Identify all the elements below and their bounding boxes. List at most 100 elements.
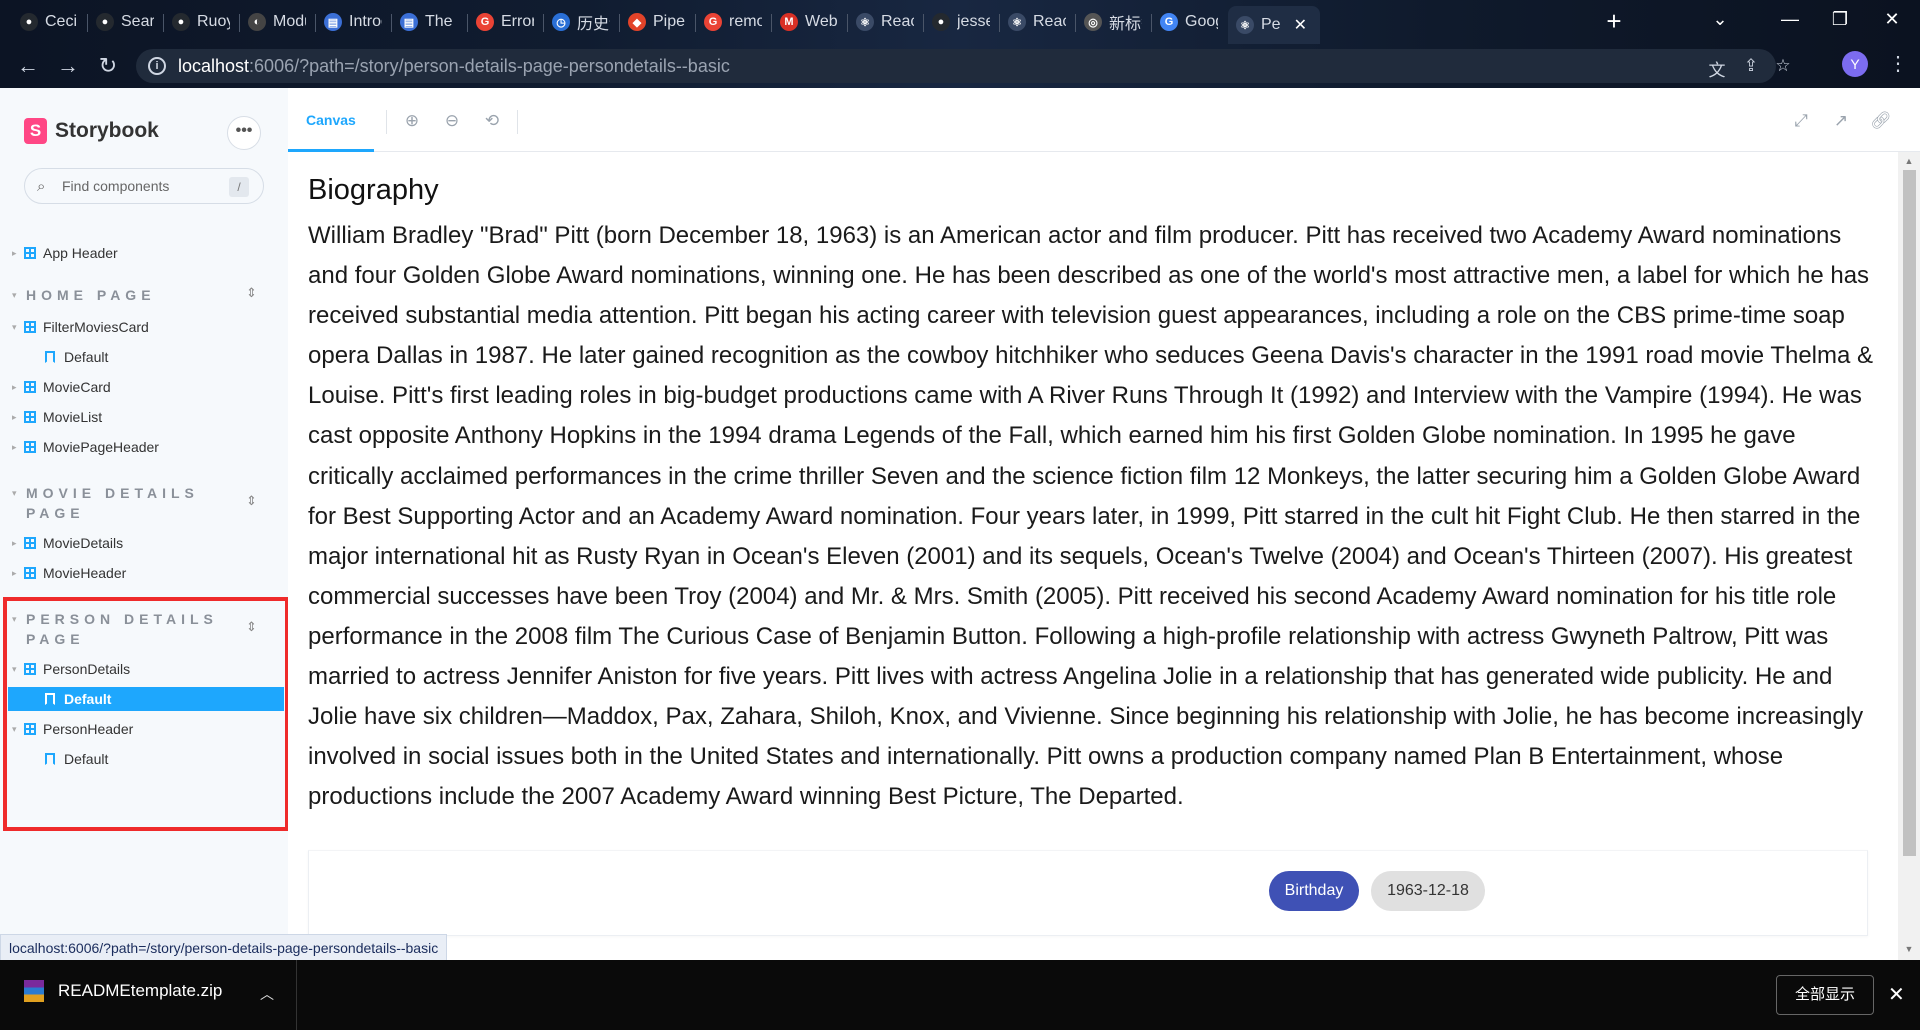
sidebar-component[interactable]: ▸ App Header xyxy=(0,241,288,265)
more-options-button[interactable]: ••• xyxy=(227,116,261,150)
close-window-button[interactable]: ✕ xyxy=(1862,0,1920,38)
sidebar-component[interactable]: ▸ MovieDetails xyxy=(0,531,288,555)
tab-label: 新标签 xyxy=(1109,16,1142,33)
browser-menu-icon[interactable]: ⋮ xyxy=(1888,51,1908,77)
tab-search-chevron-icon[interactable]: ⌄ xyxy=(1690,0,1750,38)
sidebar-group-header[interactable]: HOME PAGE xyxy=(26,285,226,305)
tab-close-icon[interactable]: ✕ xyxy=(1294,15,1307,35)
tab-separator xyxy=(847,14,848,32)
tab-favicon-icon: G xyxy=(704,13,722,31)
zoom-in-icon[interactable]: ⊕ xyxy=(401,110,423,132)
tab-label: Error xyxy=(501,13,534,30)
share-icon[interactable]: ⇪ xyxy=(1740,56,1762,78)
browser-tab[interactable]: ● Ruoyi xyxy=(164,6,238,38)
caret-down-icon[interactable]: ▾ xyxy=(12,290,17,301)
tab-label: React xyxy=(1033,13,1066,30)
zoom-out-icon[interactable]: ⊖ xyxy=(441,110,463,132)
scroll-down-icon[interactable]: ▼ xyxy=(1904,944,1914,954)
caret-right-icon: ▸ xyxy=(12,381,17,392)
expand-collapse-icon[interactable]: ⇕ xyxy=(246,493,257,509)
expand-collapse-icon[interactable]: ⇕ xyxy=(246,285,257,301)
storybook-preview: Canvas ⊕ ⊖ ⟲ ⤢ ↗ 🔗︎ Biography William Br… xyxy=(288,88,1920,960)
tab-favicon-icon: ● xyxy=(20,13,38,31)
browser-tab[interactable]: ◆ Pipeli xyxy=(620,6,694,38)
tab-active[interactable]: ⚛ Pe ✕ xyxy=(1228,6,1320,44)
open-new-tab-icon[interactable]: ↗ xyxy=(1830,110,1852,132)
tab-label: Ruoyi xyxy=(197,13,230,30)
reload-button[interactable]: ↻ xyxy=(94,52,122,80)
preview-toolbar: Canvas ⊕ ⊖ ⟲ ⤢ ↗ 🔗︎ xyxy=(288,88,1920,152)
sidebar-component[interactable]: ▸ MovieCard xyxy=(0,375,288,399)
browser-tab[interactable]: ◷ 历史记 xyxy=(544,6,618,38)
copy-link-icon[interactable]: 🔗︎ xyxy=(1870,110,1892,132)
browser-tab[interactable]: Gremot xyxy=(696,6,770,38)
search-shortcut-badge: / xyxy=(229,177,249,197)
scroll-up-icon[interactable]: ▲ xyxy=(1904,156,1914,166)
birthday-value-chip[interactable]: 1963-12-18 xyxy=(1371,871,1485,911)
tab-separator xyxy=(1151,14,1152,32)
tab-canvas[interactable]: Canvas xyxy=(288,88,374,152)
sidebar-component[interactable]: ▾ FilterMoviesCard xyxy=(0,315,288,339)
caret-right-icon: ▸ xyxy=(12,411,17,422)
browser-tab[interactable]: ● Search xyxy=(88,6,162,38)
sidebar-item-label: MovieHeader xyxy=(43,565,127,581)
biography-heading: Biography xyxy=(308,174,439,206)
bookmark-star-icon[interactable]: ☆ xyxy=(1772,56,1794,78)
translate-icon[interactable]: 文 xyxy=(1706,56,1728,80)
find-components-input[interactable]: ⌕ Find components / xyxy=(24,168,264,204)
maximize-button[interactable]: ❐ xyxy=(1810,0,1870,38)
tab-separator xyxy=(1075,14,1076,32)
sidebar-component[interactable]: ▸ MovieHeader xyxy=(0,561,288,585)
toolbar-divider xyxy=(517,110,518,134)
download-divider xyxy=(296,960,297,1030)
browser-tab[interactable]: ◐ Modu xyxy=(240,6,314,38)
browser-tab[interactable]: G Goog xyxy=(1152,6,1226,38)
chevron-up-icon[interactable]: ︿ xyxy=(260,984,274,1004)
sidebar-item-label: MovieCard xyxy=(43,379,111,395)
tab-favicon-icon: ⚛ xyxy=(1008,13,1026,31)
tab-separator xyxy=(87,14,88,32)
sidebar-component[interactable]: ▸ MovieList xyxy=(0,405,288,429)
fullscreen-icon[interactable]: ⤢ xyxy=(1790,110,1812,132)
canvas-scrollbar[interactable]: ▲ ▼ xyxy=(1898,152,1920,960)
site-info-icon[interactable]: i xyxy=(148,57,166,75)
browser-chrome: ● Cecilia ● Search ● Ruoyi ◐ Modu ▤ Introd ▤ The B G… xyxy=(0,0,1920,88)
browser-tab[interactable]: ⚛ React xyxy=(848,6,922,38)
biography-text: William Bradley "Brad" Pitt (born Decemb… xyxy=(308,222,1874,811)
browser-tab[interactable]: ● Cecilia xyxy=(12,6,86,38)
browser-tab[interactable]: ● jessej xyxy=(924,6,998,38)
storybook-sidebar: S Storybook ••• ⌕ Find components / ▸ App… xyxy=(0,88,289,960)
download-bar: READMEtemplate.zip ︿ 全部显示 ✕ xyxy=(0,960,1920,1030)
component-icon xyxy=(24,247,36,259)
tab-favicon-icon: ◆ xyxy=(628,13,646,31)
reset-zoom-icon[interactable]: ⟲ xyxy=(481,110,503,132)
profile-avatar[interactable]: Y xyxy=(1842,51,1868,77)
browser-tab[interactable]: ▤ Introd xyxy=(316,6,390,38)
browser-tab[interactable]: M Web xyxy=(772,6,846,38)
download-item[interactable]: READMEtemplate.zip xyxy=(24,980,222,1002)
birthday-chip[interactable]: Birthday xyxy=(1269,871,1359,911)
browser-tab[interactable]: G Error xyxy=(468,6,542,38)
sidebar-story[interactable]: Default xyxy=(0,345,288,369)
browser-tab[interactable]: ◎ 新标签 xyxy=(1076,6,1150,38)
show-all-downloads-button[interactable]: 全部显示 xyxy=(1776,975,1874,1015)
browser-tab[interactable]: ▤ The B xyxy=(392,6,466,38)
tab-label: Web xyxy=(805,13,838,30)
storybook-logo-icon: S xyxy=(24,118,47,144)
back-button[interactable]: ← xyxy=(14,52,42,80)
tab-separator xyxy=(391,14,392,32)
address-url[interactable]: localhost:6006/?path=/story/person-detai… xyxy=(178,56,730,77)
scrollbar-thumb[interactable] xyxy=(1903,170,1916,856)
sidebar-group-header[interactable]: MOVIE DETAILS PAGE xyxy=(26,483,226,523)
tab-favicon-icon: ● xyxy=(932,13,950,31)
new-tab-button[interactable]: + xyxy=(1600,8,1628,36)
forward-button[interactable]: → xyxy=(54,52,82,80)
close-icon[interactable]: ✕ xyxy=(1888,982,1905,1007)
browser-tab[interactable]: ⚛ React xyxy=(1000,6,1074,38)
storybook-brand[interactable]: S Storybook xyxy=(24,118,159,144)
caret-right-icon: ▸ xyxy=(12,567,17,578)
caret-down-icon[interactable]: ▾ xyxy=(12,488,17,499)
sidebar-item-label: App Header xyxy=(43,245,118,261)
address-bar[interactable]: i localhost:6006/?path=/story/person-det… xyxy=(136,49,1791,83)
sidebar-component[interactable]: ▸ MoviePageHeader xyxy=(0,435,288,459)
